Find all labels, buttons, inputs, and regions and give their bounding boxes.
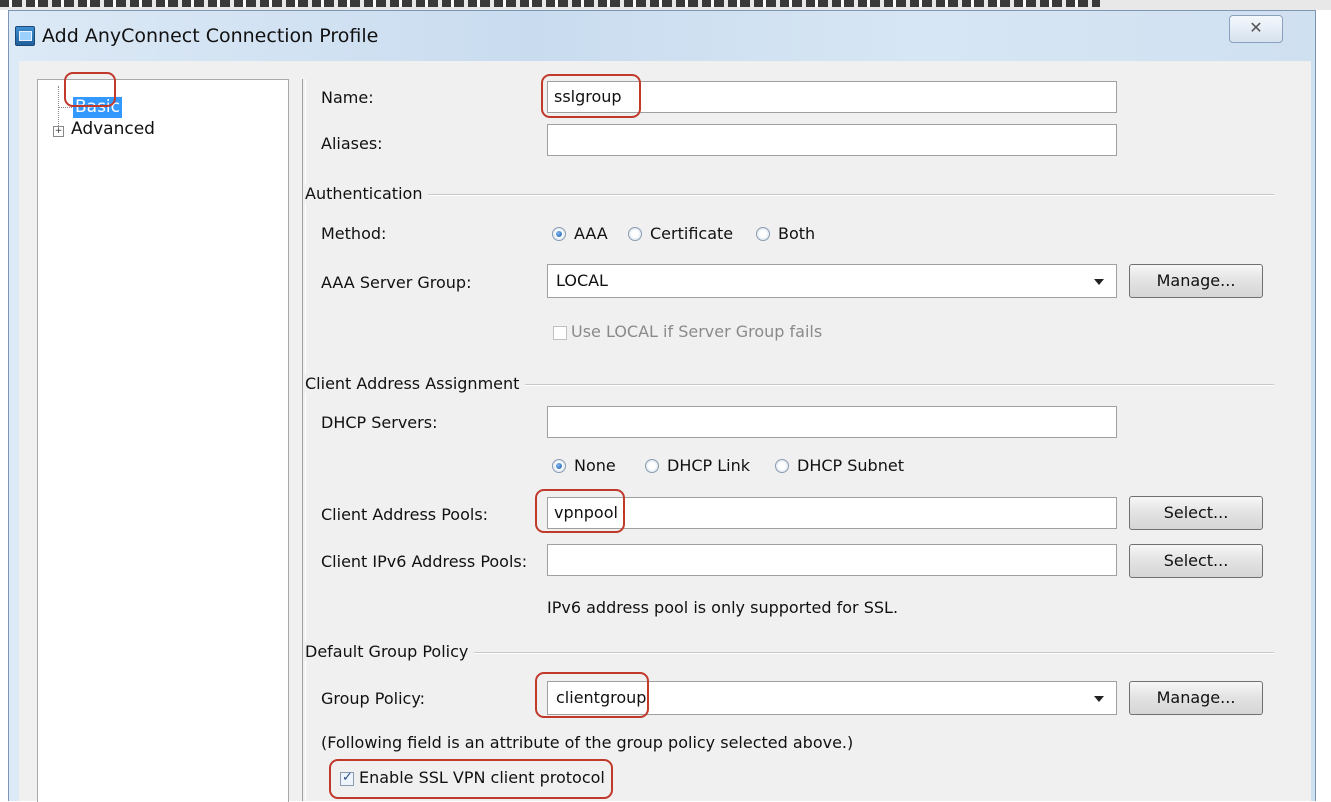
dhcp-subnet-radio[interactable] [775,459,789,473]
app-icon [15,26,35,46]
group-divider [306,194,1274,196]
client-address-pools-label: Client Address Pools: [321,505,489,524]
method-certificate-radio[interactable] [628,227,642,241]
dhcp-link-label: DHCP Link [667,456,751,475]
aaa-server-group-select[interactable]: LOCAL [547,264,1117,298]
annotation-highlight [541,74,641,118]
group-policy-manage-button[interactable]: Manage... [1129,681,1263,715]
tree-connector-icon [58,86,59,130]
window-title: Add AnyConnect Connection Profile [42,25,379,47]
dhcp-subnet-label: DHCP Subnet [797,456,904,475]
authentication-group-label: Authentication [305,184,429,203]
annotation-highlight [535,672,649,718]
method-label: Method: [321,224,387,243]
dhcp-link-radio[interactable] [645,459,659,473]
navigation-tree: Basic + Advanced [37,79,289,802]
use-local-fallback-checkbox[interactable] [553,326,567,340]
dhcp-none-label: None [574,456,616,475]
method-both-label: Both [778,224,816,243]
top-crop-strip [0,0,1331,10]
close-button[interactable]: ✕ [1229,15,1283,43]
ipv6-select-button[interactable]: Select... [1129,544,1263,578]
chevron-down-icon [1094,279,1104,285]
cropped-caption-text [0,0,1100,7]
annotation-highlight [329,759,613,799]
aaa-server-group-value: LOCAL [556,271,608,290]
annotation-highlight [535,489,625,533]
default-group-policy-label: Default Group Policy [305,642,475,661]
dialog-body: Basic + Advanced Name: sslgroup Aliases:… [19,61,1311,802]
pools-select-button[interactable]: Select... [1129,496,1263,530]
method-certificate-label: Certificate [650,224,734,243]
dialog-window: Add AnyConnect Connection Profile ✕ Basi… [8,10,1316,802]
aliases-input[interactable] [547,124,1117,156]
use-local-fallback-label: Use LOCAL if Server Group fails [571,322,823,341]
ipv6-note: IPv6 address pool is only supported for … [547,598,899,617]
aliases-label: Aliases: [321,134,383,153]
method-aaa-radio[interactable] [552,227,566,241]
client-address-group-label: Client Address Assignment [305,374,526,393]
client-ipv6-pools-label: Client IPv6 Address Pools: [321,552,528,571]
group-policy-label: Group Policy: [321,689,426,708]
dhcp-servers-input[interactable] [547,406,1117,438]
dhcp-none-radio[interactable] [552,459,566,473]
method-both-radio[interactable] [756,227,770,241]
annotation-highlight [64,72,116,107]
expand-plus-icon[interactable]: + [53,126,64,137]
title-bar: Add AnyConnect Connection Profile ✕ [9,11,1315,61]
group-policy-note: (Following field is an attribute of the … [321,733,854,752]
dhcp-servers-label: DHCP Servers: [321,413,438,432]
aaa-manage-button[interactable]: Manage... [1129,264,1263,298]
method-aaa-label: AAA [574,224,608,243]
tree-item-advanced[interactable]: Advanced [71,119,155,139]
client-address-pools-input[interactable]: vpnpool [547,497,1117,529]
client-ipv6-pools-input[interactable] [547,544,1117,576]
chevron-down-icon [1094,696,1104,702]
aaa-server-group-label: AAA Server Group: [321,273,472,292]
name-label: Name: [321,88,374,107]
tree-connector-icon [58,107,72,108]
